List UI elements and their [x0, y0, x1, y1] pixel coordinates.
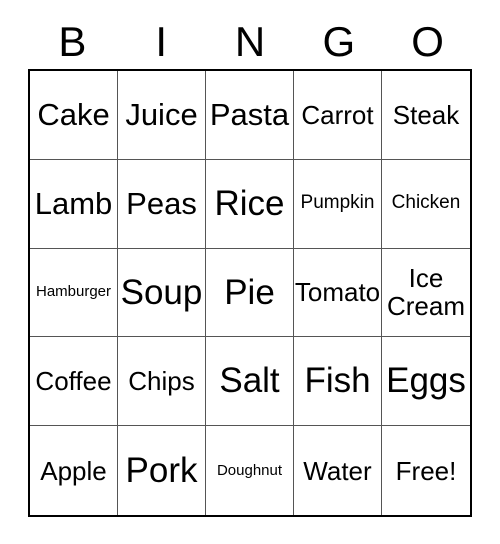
bingo-cell-label: Chips: [128, 366, 195, 397]
bingo-cell[interactable]: Steak: [382, 71, 470, 160]
bingo-cell-label: Hamburger: [35, 283, 112, 301]
bingo-grid: Cake Juice Pasta Carrot Steak Lamb Peas …: [28, 69, 472, 517]
header-letter-g: G: [322, 18, 356, 65]
bingo-cell[interactable]: Pork: [118, 426, 206, 515]
bingo-cell[interactable]: Eggs: [382, 337, 470, 427]
bingo-cell-label: Lamb: [34, 185, 113, 221]
bingo-cell-label: Soup: [120, 272, 203, 312]
bingo-card: B I N G O Cake Juice Pasta Carrot Steak …: [0, 0, 500, 544]
header-letter-o: O: [411, 18, 444, 65]
bingo-cell[interactable]: Carrot: [294, 71, 382, 160]
bingo-cell[interactable]: Tomato: [294, 248, 382, 338]
bingo-cell-free[interactable]: Free!: [382, 426, 470, 515]
bingo-cell[interactable]: Juice: [118, 71, 206, 160]
bingo-cell-label: Salt: [219, 361, 280, 401]
bingo-cell[interactable]: Chips: [118, 337, 206, 427]
bingo-cell-label: Tomato: [294, 277, 381, 308]
bingo-cell[interactable]: Salt: [206, 337, 294, 427]
bingo-cell-label: Coffee: [35, 366, 112, 397]
bingo-cell[interactable]: Lamb: [30, 159, 118, 249]
bingo-cell[interactable]: Ice Cream: [382, 248, 470, 338]
bingo-cell[interactable]: Cake: [30, 71, 118, 160]
bingo-cell-label: Pumpkin: [300, 192, 375, 214]
bingo-cell[interactable]: Fish: [294, 337, 382, 427]
bingo-cell-label: Pork: [125, 450, 198, 490]
bingo-cell[interactable]: Soup: [118, 248, 206, 338]
bingo-cell[interactable]: Pie: [206, 248, 294, 338]
bingo-cell-label: Chicken: [391, 192, 461, 214]
bingo-cell[interactable]: Hamburger: [30, 248, 118, 338]
bingo-cell-label: Doughnut: [216, 461, 283, 479]
bingo-header-row: B I N G O: [28, 16, 472, 68]
header-letter-i: I: [155, 18, 168, 65]
bingo-cell-label: Apple: [40, 455, 107, 486]
bingo-cell-label: Eggs: [386, 361, 466, 401]
bingo-cell[interactable]: Water: [294, 426, 382, 515]
bingo-cell-label: Pasta: [209, 97, 290, 133]
bingo-cell-label: Peas: [126, 185, 197, 221]
bingo-cell[interactable]: Chicken: [382, 159, 470, 249]
bingo-cell[interactable]: Peas: [118, 159, 206, 249]
bingo-cell-label: Carrot: [301, 99, 374, 130]
bingo-cell-label: Fish: [304, 361, 371, 401]
bingo-cell-label: Free!: [395, 455, 457, 486]
bingo-cell[interactable]: Pasta: [206, 71, 294, 160]
bingo-cell-label: Water: [303, 455, 372, 486]
bingo-cell-label: Rice: [214, 183, 285, 223]
bingo-cell-label: Ice Cream: [386, 263, 465, 322]
bingo-cell[interactable]: Coffee: [30, 337, 118, 427]
bingo-cell-label: Steak: [392, 99, 460, 130]
bingo-cell[interactable]: Rice: [206, 159, 294, 249]
bingo-cell[interactable]: Apple: [30, 426, 118, 515]
bingo-cell-label: Pie: [224, 272, 275, 312]
bingo-cell-label: Juice: [125, 97, 198, 133]
header-letter-b: B: [58, 18, 87, 65]
header-letter-n: N: [234, 18, 266, 65]
bingo-cell[interactable]: Pumpkin: [294, 159, 382, 249]
bingo-cell-label: Cake: [37, 97, 110, 133]
bingo-cell[interactable]: Doughnut: [206, 426, 294, 515]
